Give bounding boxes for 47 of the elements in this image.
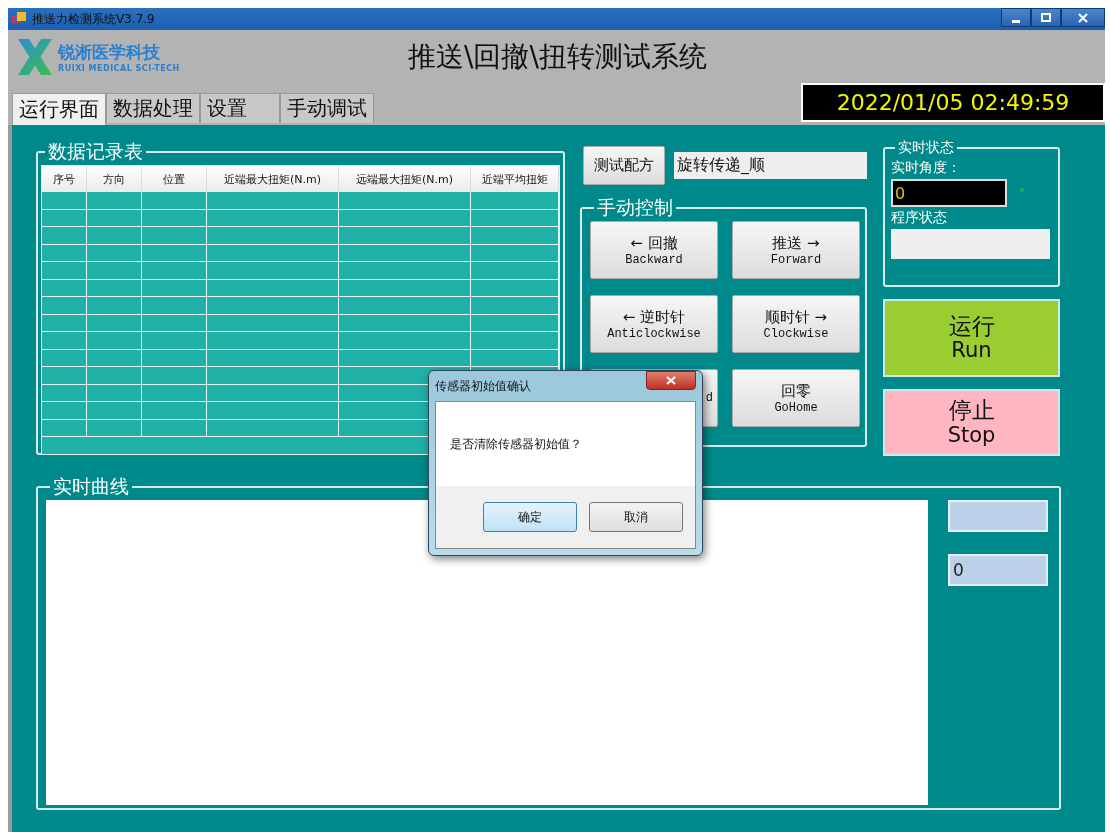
maximize-icon [1041,12,1051,23]
maximize-button[interactable] [1031,8,1061,27]
control-button[interactable]: 回零 GoHome [732,369,860,427]
app-icon [12,12,26,26]
tab[interactable]: 数据处理 [106,93,200,123]
recipe-button[interactable]: 测试配方 [583,146,665,185]
angle-unit: ° [1019,186,1025,200]
dialog-button[interactable]: 确定 [483,502,577,532]
control-button[interactable]: ← 逆时针 Anticlockwise [590,295,718,353]
group-title: 数据记录表 [47,139,144,164]
column-header: 序号 [42,166,87,192]
minimize-icon [1012,19,1020,23]
control-button[interactable]: ← 回撤 Backward [590,221,718,279]
tab[interactable]: 运行界面 [12,93,106,125]
program-status-label: 程序状态 [891,209,948,227]
angle-label: 实时角度： [891,159,962,177]
value-field: 0 [948,554,1048,586]
dialog-message: 是否清除传感器初始值？ [450,435,582,453]
stop-button[interactable]: 停止 Stop [883,389,1060,456]
column-header: 近端最大扭矩(N.m) [207,166,339,192]
group-title: 实时曲线 [52,474,130,499]
run-button[interactable]: 运行 Run [883,299,1060,377]
tab[interactable]: 手动调试 [280,93,374,123]
app-title: 推送\回撤\扭转测试系统 [408,38,707,75]
column-header: 位置 [142,166,207,192]
close-icon [666,376,676,385]
tab[interactable]: 设置 [200,93,280,123]
group-title: 实时状态 [897,139,955,157]
close-icon [1078,12,1088,23]
company-name: 锐淅医学科技 [58,40,161,64]
dialog-button[interactable]: 取消 [589,502,683,532]
minimize-button[interactable] [1001,8,1031,27]
control-button[interactable]: 顺时针 → Clockwise [732,295,860,353]
control-button[interactable]: 推送 → Forward [732,221,860,279]
close-button[interactable] [1061,8,1105,27]
recipe-field[interactable]: 旋转传递_顺 [674,152,867,179]
column-header: 近端平均扭矩 [471,166,559,192]
group-title: 手动控制 [596,195,674,220]
logo-icon [18,38,52,75]
company-subtitle: RUIXI MEDICAL SCI-TECH [58,63,180,73]
datetime-display: 2022/01/05 02:49:59 [801,83,1105,122]
dialog-title: 传感器初始值确认 [435,377,531,395]
column-header: 方向 [87,166,142,192]
angle-field: 0 [891,179,1007,207]
window-title: 推送力检测系统V3.7.9 [32,10,155,28]
dialog-close-button[interactable] [646,371,696,390]
column-header: 远端最大扭矩(N.m) [339,166,471,192]
